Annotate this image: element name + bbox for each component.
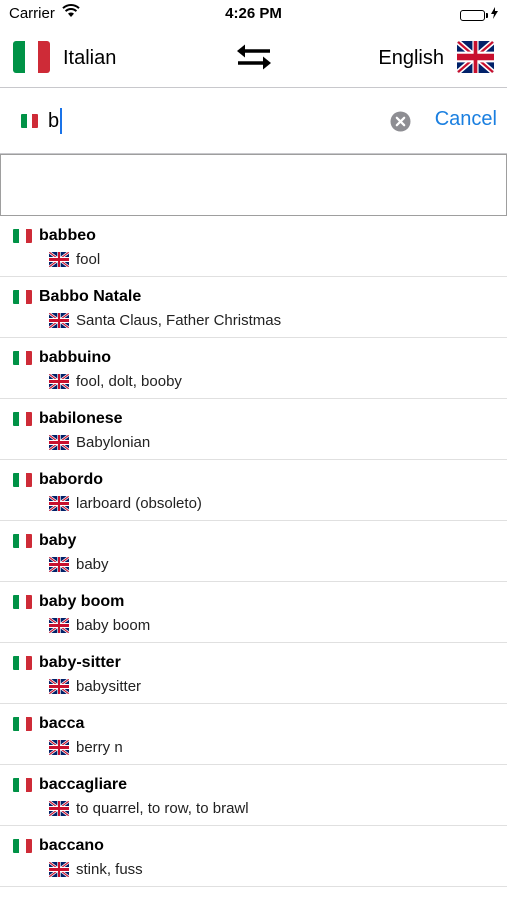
italy-flag-icon: [13, 534, 32, 548]
result-translation: fool: [76, 251, 101, 268]
search-bar: Cancel: [0, 88, 507, 154]
uk-flag-icon: [49, 435, 69, 450]
italy-flag-icon: [13, 717, 32, 731]
italy-flag-icon: [13, 290, 32, 304]
text-caret: [60, 108, 62, 134]
result-translation: fool, dolt, booby: [76, 373, 182, 390]
result-row[interactable]: babilonese Babylonian: [0, 399, 507, 460]
uk-flag-icon: [49, 496, 69, 511]
result-term: Babbo Natale: [39, 288, 142, 305]
result-translation: Babylonian: [76, 434, 151, 451]
source-language-label[interactable]: Italian: [63, 47, 116, 70]
target-language-label[interactable]: English: [378, 47, 444, 70]
result-term: babbeo: [39, 227, 96, 244]
uk-flag-icon: [49, 679, 69, 694]
result-row[interactable]: baccano stink, fuss: [0, 826, 507, 887]
italy-flag-icon[interactable]: [13, 41, 50, 73]
italy-flag-icon: [13, 595, 32, 609]
uk-flag-icon: [49, 618, 69, 633]
uk-flag-icon: [49, 374, 69, 389]
result-term: babordo: [39, 471, 103, 488]
result-translation: stink, fuss: [76, 861, 143, 878]
italy-flag-icon: [13, 656, 32, 670]
search-input[interactable]: [48, 108, 378, 134]
uk-flag-icon: [49, 252, 69, 267]
italy-flag-icon: [13, 229, 32, 243]
italy-flag-icon: [13, 412, 32, 426]
result-term: bacca: [39, 715, 85, 732]
italy-flag-icon: [13, 839, 32, 853]
result-row[interactable]: bacca berry n: [0, 704, 507, 765]
result-row[interactable]: baby-sitter babysitter: [0, 643, 507, 704]
result-translation: Santa Claus, Father Christmas: [76, 312, 282, 329]
result-term: babilonese: [39, 410, 123, 427]
result-row[interactable]: baby boom baby boom: [0, 582, 507, 643]
result-term: baby-sitter: [39, 654, 121, 671]
result-term: babbuino: [39, 349, 111, 366]
result-row[interactable]: Babbo Natale Santa Claus, Father Christm…: [0, 277, 507, 338]
uk-flag-icon[interactable]: [457, 41, 494, 73]
result-translation: babysitter: [76, 678, 142, 695]
result-translation: to quarrel, to row, to brawl: [76, 800, 249, 817]
italy-flag-icon: [21, 114, 38, 128]
result-term: baby boom: [39, 593, 125, 610]
result-translation: berry n: [76, 739, 123, 756]
uk-flag-icon: [49, 557, 69, 572]
battery-icon: [460, 6, 498, 24]
result-row[interactable]: babbeo fool: [0, 216, 507, 277]
result-row[interactable]: baccagliare to quarrel, to row, to brawl: [0, 765, 507, 826]
charging-bolt-icon: [491, 6, 498, 24]
cancel-button[interactable]: Cancel: [435, 108, 497, 131]
italy-flag-icon: [13, 778, 32, 792]
result-translation: baby boom: [76, 617, 151, 634]
italy-flag-icon: [13, 473, 32, 487]
clear-search-icon[interactable]: [390, 111, 411, 137]
uk-flag-icon: [49, 862, 69, 877]
status-bar: Carrier 4:26 PM: [0, 0, 507, 28]
italy-flag-icon: [13, 351, 32, 365]
results-list: babbeo fool Babbo Natale Santa Claus, Fa…: [0, 216, 507, 887]
result-translation: baby: [76, 556, 109, 573]
result-term: baccagliare: [39, 776, 128, 793]
result-term: baby: [39, 532, 77, 549]
result-row[interactable]: babbuino fool, dolt, booby: [0, 338, 507, 399]
status-time: 4:26 PM: [225, 5, 282, 22]
uk-flag-icon: [49, 740, 69, 755]
swap-arrows-icon[interactable]: [236, 44, 272, 75]
result-row[interactable]: babordo larboard (obsoleto): [0, 460, 507, 521]
result-row[interactable]: baby baby: [0, 521, 507, 582]
empty-panel: [0, 154, 507, 216]
result-term: baccano: [39, 837, 104, 854]
uk-flag-icon: [49, 801, 69, 816]
language-bar: Italian English: [0, 28, 507, 88]
uk-flag-icon: [49, 313, 69, 328]
result-translation: larboard (obsoleto): [76, 495, 202, 512]
